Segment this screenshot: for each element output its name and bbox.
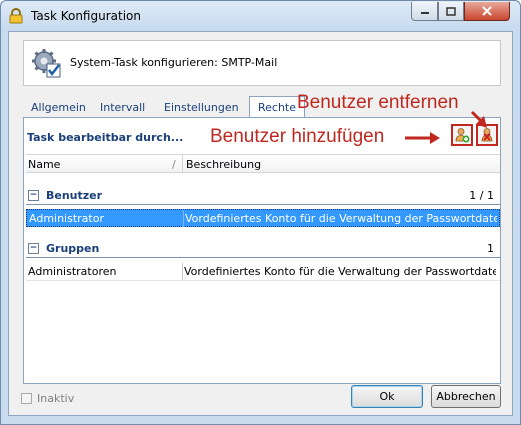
- row-description: Vordefiniertes Konto für die Verwaltung …: [185, 212, 497, 225]
- table-row[interactable]: Administrator Vordefiniertes Konto für d…: [26, 209, 500, 227]
- sort-indicator-icon: /: [172, 158, 176, 171]
- remove-user-icon: [481, 128, 493, 142]
- group-count: 1: [487, 242, 494, 255]
- remove-user-button[interactable]: [476, 124, 498, 146]
- window-title: Task Konfiguration: [31, 9, 141, 23]
- collapse-icon[interactable]: −: [28, 243, 39, 254]
- gear-check-icon: [32, 49, 61, 78]
- group-divider: [26, 204, 500, 205]
- group-label: Benutzer: [46, 189, 103, 202]
- title-bar: Task Konfiguration: [1, 1, 520, 31]
- column-header-name[interactable]: Name: [28, 158, 60, 171]
- column-divider[interactable]: [182, 155, 183, 173]
- row-name: Administratoren: [28, 265, 117, 278]
- tab-allgemein[interactable]: Allgemein: [23, 99, 94, 117]
- annotation-remove-user: Benutzer entfernen: [297, 92, 459, 113]
- group-header-benutzer[interactable]: − Benutzer 1 / 1: [26, 187, 500, 205]
- add-user-icon: [455, 128, 470, 143]
- annotation-add-user: Benutzer hinzufügen: [210, 126, 385, 147]
- tab-einstellungen[interactable]: Einstellungen: [156, 99, 247, 117]
- group-header-gruppen[interactable]: − Gruppen 1: [26, 240, 500, 258]
- close-icon: [482, 6, 492, 16]
- inactive-option[interactable]: Inaktiv: [21, 392, 74, 405]
- row-name: Administrator: [29, 212, 104, 225]
- column-header-description[interactable]: Beschreibung: [186, 158, 261, 171]
- maximize-button[interactable]: [438, 2, 464, 21]
- minimize-button[interactable]: [411, 2, 438, 21]
- cell-divider: [183, 210, 184, 227]
- rights-panel: Task bearbeitbar durch... Name / Beschre…: [23, 117, 501, 384]
- collapse-icon[interactable]: −: [28, 190, 39, 201]
- minimize-icon: [420, 12, 429, 14]
- section-title: Task bearbeitbar durch...: [27, 131, 184, 144]
- close-button[interactable]: [464, 2, 510, 21]
- cancel-button[interactable]: Abbrechen: [431, 385, 501, 408]
- header-text: System-Task konfigurieren: SMTP-Mail: [70, 56, 278, 69]
- inactive-label: Inaktiv: [37, 392, 75, 405]
- dialog-window: Task Konfiguration System-Task konfiguri…: [0, 0, 521, 425]
- dialog-body: System-Task konfigurieren: SMTP-Mail All…: [8, 31, 513, 416]
- add-user-button[interactable]: [451, 124, 473, 146]
- ok-button[interactable]: Ok: [351, 385, 423, 408]
- inactive-checkbox[interactable]: [21, 393, 32, 404]
- group-divider: [26, 257, 500, 258]
- maximize-icon: [446, 6, 456, 16]
- group-label: Gruppen: [46, 242, 100, 255]
- row-description: Vordefiniertes Konto für die Verwaltung …: [184, 265, 496, 278]
- grid-header: Name / Beschreibung: [26, 154, 500, 173]
- group-count: 1 / 1: [469, 189, 494, 202]
- tab-intervall[interactable]: Intervall: [92, 99, 153, 117]
- table-row[interactable]: Administratoren Vordefiniertes Konto für…: [26, 263, 500, 281]
- task-header: System-Task konfigurieren: SMTP-Mail: [23, 40, 501, 86]
- cell-divider: [182, 263, 183, 280]
- lock-icon: [9, 8, 23, 24]
